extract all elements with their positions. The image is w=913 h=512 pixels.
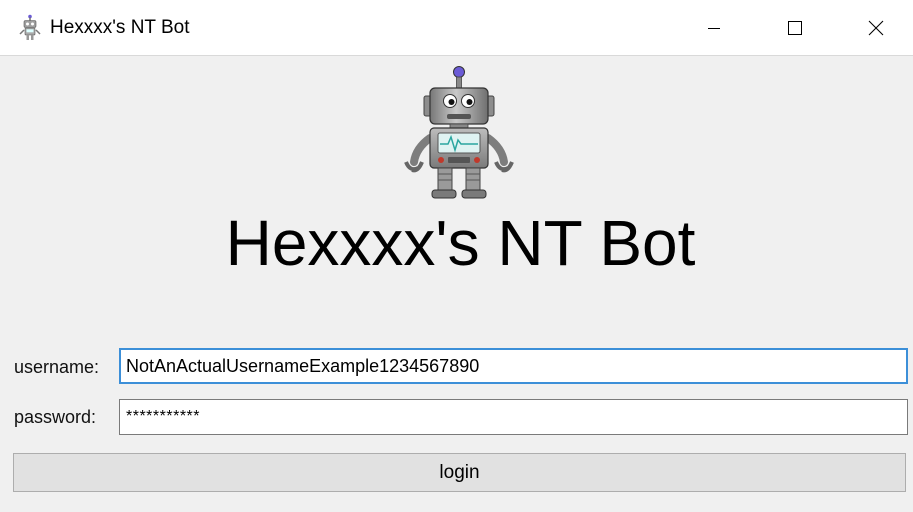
login-button[interactable]: login [13, 453, 906, 492]
username-label: username: [14, 357, 100, 377]
robot-logo [404, 66, 514, 199]
close-icon [868, 20, 884, 36]
minimize-button[interactable] [674, 0, 754, 56]
username-field[interactable] [119, 348, 908, 384]
robot-icon [19, 14, 41, 40]
window-title: Hexxxx's NT Bot [50, 17, 190, 38]
close-button[interactable] [836, 0, 913, 56]
minimize-icon [708, 28, 720, 29]
maximize-button[interactable] [755, 0, 835, 56]
password-field[interactable] [119, 399, 908, 435]
password-label: password: [14, 407, 97, 427]
app-window: Hexxxx's NT Bot Hexxxx's NT Bot username… [0, 0, 913, 512]
title-bar[interactable]: Hexxxx's NT Bot [0, 0, 913, 56]
maximize-icon [788, 21, 802, 35]
app-heading: Hexxxx's NT Bot [225, 207, 696, 279]
